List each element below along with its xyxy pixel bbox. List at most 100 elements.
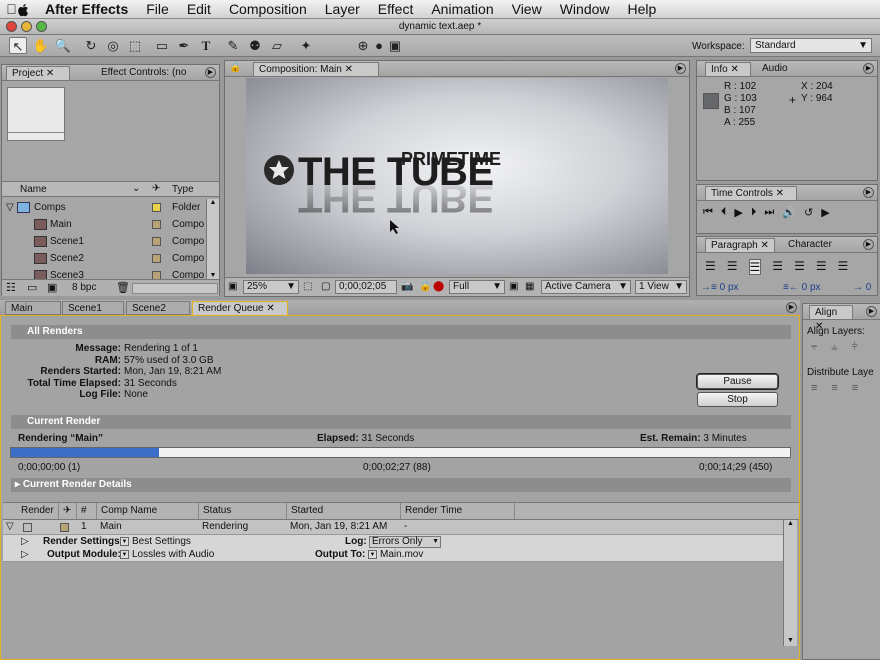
expand-output-module-icon[interactable]: ▷ — [21, 548, 29, 562]
new-composition-icon[interactable]: ▣ — [47, 281, 57, 294]
column-type[interactable]: Type — [172, 184, 194, 195]
first-frame-icon[interactable]: ⏮ — [703, 206, 713, 219]
tab-timeline-main[interactable]: Main — [5, 301, 61, 315]
align-right-edges-icon[interactable]: ⫩ — [851, 341, 857, 354]
close-tab-icon[interactable]: ✕ — [776, 188, 784, 199]
menu-animation[interactable]: Animation — [422, 1, 502, 17]
camera-select[interactable]: Active Camera ▼ — [541, 280, 631, 294]
justify-center-icon[interactable]: ☰ — [794, 259, 805, 275]
rectangle-mask-tool-icon[interactable]: ▭ — [153, 37, 171, 54]
workspace-select[interactable]: Standard ▼ — [750, 38, 872, 53]
close-tab-icon[interactable]: ✕ — [46, 68, 54, 79]
output-module-value[interactable]: Lossles with Audio — [132, 548, 214, 562]
view-layout-select[interactable]: 1 View ▼ — [635, 280, 687, 294]
label-swatch[interactable] — [152, 203, 161, 212]
column-name[interactable]: Name — [20, 184, 47, 195]
next-frame-icon[interactable]: ⏵ — [751, 206, 757, 219]
distribute-center-icon[interactable]: ≡ — [831, 382, 837, 394]
panel-menu-icon[interactable]: ▶ — [863, 187, 874, 198]
clone-stamp-tool-icon[interactable]: ⚉ — [246, 37, 264, 54]
close-tab-icon[interactable]: ✕ — [266, 303, 274, 314]
mask-visibility-icon[interactable]: ▢ — [321, 281, 330, 292]
distribute-bottom-icon[interactable]: ≡ — [852, 382, 858, 394]
column-started[interactable]: Started — [287, 503, 401, 519]
label-swatch[interactable] — [152, 271, 161, 279]
panel-menu-icon[interactable]: ▶ — [863, 239, 874, 250]
folder-expand-icon[interactable]: ▽ — [6, 199, 14, 216]
align-left-icon[interactable]: ☰ — [705, 259, 716, 275]
close-tab-icon[interactable]: ✕ — [345, 64, 353, 75]
disclosure-triangle-icon[interactable]: ▸ — [15, 479, 20, 490]
justify-right-icon[interactable]: ☰ — [816, 259, 827, 275]
expand-render-settings-icon[interactable]: ▷ — [21, 535, 29, 549]
close-tab-icon[interactable]: ✕ — [760, 240, 768, 251]
align-center-icon[interactable]: ☰ — [727, 259, 738, 275]
tab-time-controls[interactable]: Time Controls ✕ — [705, 186, 797, 200]
align-horizontal-centers-icon[interactable]: ⫨ — [831, 341, 837, 354]
pan-behind-tool-icon[interactable]: ⬚ — [126, 37, 144, 54]
show-snapshot-icon[interactable]: 🔒 — [419, 281, 431, 292]
label-column-icon[interactable]: ✈ — [59, 503, 77, 519]
scroll-down-icon[interactable]: ▼ — [784, 637, 797, 644]
list-item[interactable]: Scene2 Compo — [2, 250, 205, 267]
panel-menu-icon[interactable]: ▶ — [866, 306, 877, 317]
menu-after-effects[interactable]: After Effects — [36, 1, 137, 17]
scroll-down-icon[interactable]: ▼ — [207, 272, 219, 279]
brush-tool-icon[interactable]: ✎ — [224, 37, 242, 54]
composition-viewer[interactable]: PRIMETIME THE TUBE THE TUBE — [246, 78, 668, 274]
sort-chevron-icon[interactable]: ⌄ — [132, 183, 140, 194]
menu-effect[interactable]: Effect — [369, 1, 423, 17]
tab-composition-main[interactable]: Composition: Main ✕ — [253, 62, 379, 76]
tab-timeline-scene2[interactable]: Scene2 — [126, 301, 190, 315]
indent-first[interactable]: → 0 — [853, 282, 871, 293]
pause-button[interactable]: Pause — [697, 374, 778, 389]
apple-menu-icon[interactable]:  — [0, 1, 36, 17]
bit-depth-button[interactable]: 8 bpc — [72, 282, 96, 293]
label-column-icon[interactable]: ✈ — [152, 183, 160, 194]
render-settings-value[interactable]: Best Settings — [132, 535, 191, 549]
column-render[interactable]: Render — [17, 503, 59, 519]
render-queue-scrollbar[interactable]: ▲ ▼ — [783, 520, 797, 646]
column-comp-name[interactable]: Comp Name — [97, 503, 199, 519]
panel-menu-icon[interactable]: ▶ — [205, 67, 216, 78]
label-swatch[interactable] — [152, 254, 161, 263]
indent-left[interactable]: →≡ 0 px — [701, 282, 739, 293]
snapshot-camera-icon[interactable]: 📷 — [401, 281, 413, 292]
column-render-time[interactable]: Render Time — [401, 503, 515, 519]
pen-tool-icon[interactable]: ✒ — [175, 37, 193, 54]
zoom-tool-icon[interactable]: 🔍 — [54, 37, 72, 54]
log-select[interactable]: Errors Only ▼ — [369, 536, 441, 548]
distribute-top-icon[interactable]: ≡ — [811, 382, 817, 394]
current-time-field[interactable]: 0;00;02;05 — [335, 280, 397, 294]
scroll-up-icon[interactable]: ▲ — [784, 520, 797, 527]
play-icon[interactable]: ▶ — [734, 206, 742, 219]
column-status[interactable]: Status — [199, 503, 287, 519]
menu-composition[interactable]: Composition — [220, 1, 316, 17]
label-swatch[interactable] — [60, 523, 69, 532]
column-number[interactable]: # — [77, 503, 97, 519]
indent-right[interactable]: ≡← 0 px — [783, 282, 821, 293]
menu-file[interactable]: File — [137, 1, 178, 17]
output-to-value[interactable]: Main.mov — [380, 548, 423, 562]
new-folder-icon[interactable]: ▭ — [27, 281, 37, 294]
zoom-window-icon[interactable] — [36, 21, 47, 32]
menu-layer[interactable]: Layer — [316, 1, 369, 17]
list-item[interactable]: Scene1 Compo — [2, 233, 205, 250]
tab-paragraph[interactable]: Paragraph ✕ — [705, 238, 775, 252]
selection-tool-icon[interactable]: ↖ — [9, 37, 27, 54]
tab-effect-controls[interactable]: Effect Controls: (no — [96, 66, 208, 80]
interpret-footage-icon[interactable]: ☷ — [6, 281, 16, 294]
menu-window[interactable]: Window — [551, 1, 619, 17]
align-right-icon[interactable]: ☰ — [748, 259, 762, 275]
tab-character[interactable]: Character — [783, 238, 837, 252]
close-window-icon[interactable] — [6, 21, 17, 32]
lock-icon[interactable]: 🔒 — [229, 62, 241, 73]
tab-timeline-scene1[interactable]: Scene1 — [62, 301, 124, 315]
table-row[interactable]: ▽ 1 Main Rendering Mon, Jan 19, 8:21 AM … — [3, 520, 783, 534]
current-render-details-toggle[interactable]: ▸ Current Render Details — [11, 478, 791, 492]
align-left-edges-icon[interactable]: ⫧ — [811, 341, 817, 354]
puppet-pin-tool-icon[interactable]: ✦ — [297, 37, 315, 54]
panel-menu-icon[interactable]: ▶ — [675, 63, 686, 74]
label-swatch[interactable] — [152, 237, 161, 246]
always-preview-icon[interactable]: ▣ — [228, 281, 237, 292]
